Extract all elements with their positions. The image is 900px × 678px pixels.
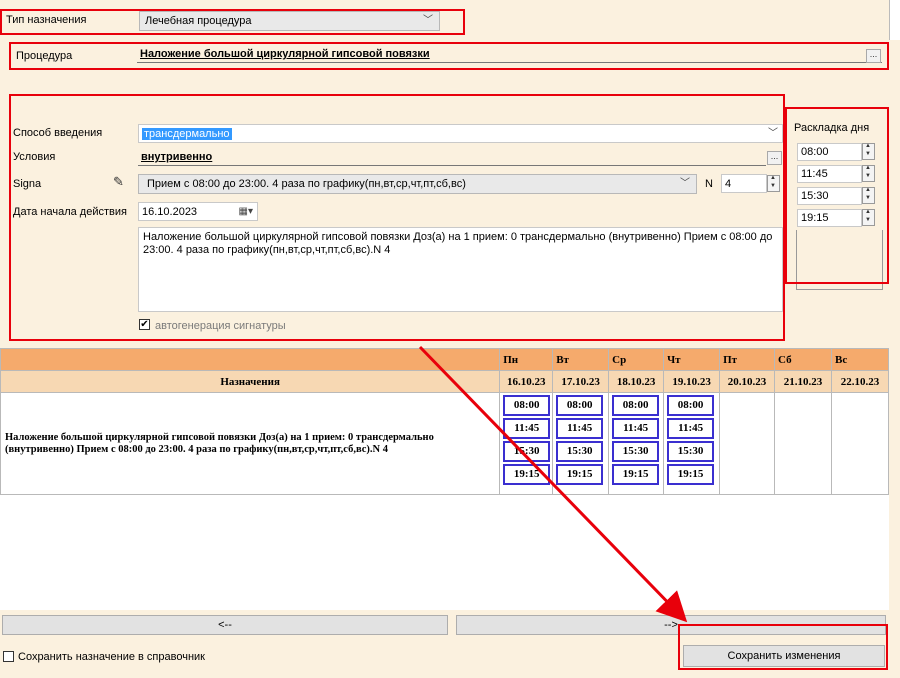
annotation-arrow	[418, 345, 688, 623]
